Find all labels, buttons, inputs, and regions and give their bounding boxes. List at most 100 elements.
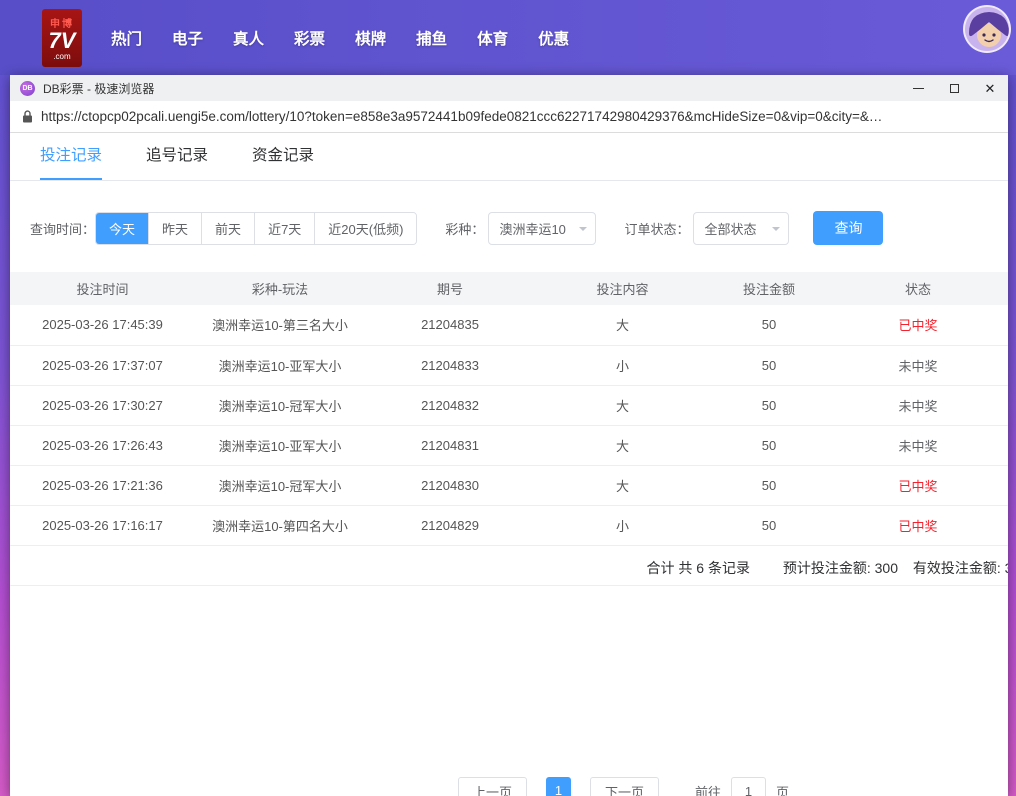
- cell-content: 大: [535, 425, 710, 465]
- summary-bar: 合计 共 6 条记录 预计投注金额: 300 有效投注金额: 300: [10, 546, 1008, 586]
- summary-valid-amount: 有效投注金额: 300: [913, 558, 1008, 578]
- cell-amount: 50: [710, 505, 828, 545]
- logo-text-sub: .com: [53, 52, 70, 61]
- minimize-icon: [913, 88, 924, 89]
- window-titlebar[interactable]: DB DB彩票 - 极速浏览器 ✕: [10, 75, 1008, 101]
- cell-amount: 50: [710, 425, 828, 465]
- next-page-button[interactable]: 下一页: [590, 777, 659, 796]
- maximize-button[interactable]: [936, 75, 972, 101]
- table-row: 2025-03-26 17:21:36澳洲幸运10-冠军大小21204830大5…: [10, 465, 1008, 505]
- minimize-button[interactable]: [900, 75, 936, 101]
- topnav-menu: 热门 电子 真人 彩票 棋牌 捕鱼 体育 优惠: [96, 27, 584, 49]
- cell-status: 已中奖: [828, 505, 1008, 545]
- cell-content: 小: [535, 505, 710, 545]
- cell-time: 2025-03-26 17:21:36: [10, 465, 195, 505]
- table-row: 2025-03-26 17:30:27澳洲幸运10-冠军大小21204832大5…: [10, 385, 1008, 425]
- column-header: 投注金额: [710, 272, 828, 305]
- tab[interactable]: 投注记录: [40, 133, 102, 180]
- table-row: 2025-03-26 17:45:39澳洲幸运10-第三名大小21204835大…: [10, 305, 1008, 345]
- cell-issue: 21204833: [365, 345, 535, 385]
- cell-amount: 50: [710, 465, 828, 505]
- cell-status: 未中奖: [828, 345, 1008, 385]
- summary-total: 合计 共 6 条记录: [647, 558, 750, 578]
- cell-issue: 21204835: [365, 305, 535, 345]
- column-header: 状态: [828, 272, 1008, 305]
- cell-status: 已中奖: [828, 305, 1008, 345]
- address-bar: https://ctopcp02pcali.uengi5e.com/lotter…: [10, 101, 1008, 133]
- nav-item[interactable]: 真人: [233, 27, 264, 49]
- maximize-icon: [950, 84, 959, 93]
- lottery-filter-label: 彩种：: [445, 219, 484, 238]
- cell-issue: 21204830: [365, 465, 535, 505]
- prev-page-button[interactable]: 上一页: [458, 777, 527, 796]
- time-filter-option[interactable]: 前天: [201, 213, 254, 244]
- app-icon: DB: [20, 81, 35, 96]
- table-row: 2025-03-26 17:26:43澳洲幸运10-亚军大小21204831大5…: [10, 425, 1008, 465]
- chevron-down-icon: [772, 227, 780, 235]
- time-filter-option[interactable]: 昨天: [148, 213, 201, 244]
- cell-issue: 21204832: [365, 385, 535, 425]
- nav-item[interactable]: 热门: [111, 27, 142, 49]
- filter-bar: 查询时间： 今天昨天前天近7天近20天(低频) 彩种： 澳洲幸运10 订单状态：…: [10, 211, 1008, 245]
- nav-item[interactable]: 彩票: [294, 27, 325, 49]
- tab[interactable]: 追号记录: [146, 133, 208, 180]
- cell-game: 澳洲幸运10-第四名大小: [195, 505, 365, 545]
- nav-item[interactable]: 电子: [172, 27, 203, 49]
- time-filter-group: 今天昨天前天近7天近20天(低频): [95, 212, 417, 245]
- cell-content: 大: [535, 465, 710, 505]
- cell-amount: 50: [710, 385, 828, 425]
- cell-content: 小: [535, 345, 710, 385]
- table-body: 2025-03-26 17:45:39澳洲幸运10-第三名大小21204835大…: [10, 305, 1008, 545]
- logo-text-main: 7V: [49, 30, 76, 52]
- cell-content: 大: [535, 305, 710, 345]
- cell-issue: 21204831: [365, 425, 535, 465]
- user-avatar[interactable]: [963, 5, 1011, 53]
- url-text[interactable]: https://ctopcp02pcali.uengi5e.com/lotter…: [41, 109, 996, 124]
- site-logo[interactable]: 申博 7V .com: [42, 9, 82, 67]
- record-tabs: 投注记录追号记录资金记录: [10, 133, 1008, 181]
- cell-time: 2025-03-26 17:45:39: [10, 305, 195, 345]
- current-page-button[interactable]: 1: [546, 777, 571, 796]
- close-button[interactable]: ✕: [972, 75, 1008, 101]
- time-filter-option[interactable]: 今天: [96, 213, 148, 244]
- status-filter-label: 订单状态：: [624, 219, 689, 238]
- table-header-row: 投注时间彩种-玩法期号投注内容投注金额状态: [10, 272, 1008, 305]
- nav-item[interactable]: 捕鱼: [416, 27, 447, 49]
- cell-amount: 50: [710, 345, 828, 385]
- cell-time: 2025-03-26 17:30:27: [10, 385, 195, 425]
- page-content: 投注记录追号记录资金记录 查询时间： 今天昨天前天近7天近20天(低频) 彩种：…: [10, 133, 1008, 796]
- window-title: DB彩票 - 极速浏览器: [43, 80, 900, 97]
- time-filter-option[interactable]: 近7天: [254, 213, 314, 244]
- browser-window: DB DB彩票 - 极速浏览器 ✕ https://ctopcp02pcali.…: [10, 75, 1008, 796]
- cell-time: 2025-03-26 17:37:07: [10, 345, 195, 385]
- cell-game: 澳洲幸运10-冠军大小: [195, 385, 365, 425]
- column-header: 投注时间: [10, 272, 195, 305]
- tab[interactable]: 资金记录: [252, 133, 314, 180]
- site-topnav: 申博 7V .com 热门 电子 真人 彩票 棋牌 捕鱼 体育 优惠: [0, 0, 1016, 75]
- table-row: 2025-03-26 17:16:17澳洲幸运10-第四名大小21204829小…: [10, 505, 1008, 545]
- order-status-select[interactable]: 全部状态: [693, 212, 789, 245]
- cell-game: 澳洲幸运10-第三名大小: [195, 305, 365, 345]
- column-header: 期号: [365, 272, 535, 305]
- cell-time: 2025-03-26 17:16:17: [10, 505, 195, 545]
- cell-status: 未中奖: [828, 425, 1008, 465]
- lottery-select[interactable]: 澳洲幸运10: [488, 212, 596, 245]
- cell-time: 2025-03-26 17:26:43: [10, 425, 195, 465]
- cell-game: 澳洲幸运10-亚军大小: [195, 345, 365, 385]
- summary-expected-amount: 预计投注金额: 300: [783, 558, 898, 578]
- avatar-image: [965, 7, 1011, 53]
- cell-game: 澳洲幸运10-亚军大小: [195, 425, 365, 465]
- nav-item[interactable]: 棋牌: [355, 27, 386, 49]
- nav-item[interactable]: 体育: [477, 27, 508, 49]
- records-table: 投注时间彩种-玩法期号投注内容投注金额状态 2025-03-26 17:45:3…: [10, 272, 1008, 546]
- nav-item[interactable]: 优惠: [538, 27, 569, 49]
- cell-issue: 21204829: [365, 505, 535, 545]
- cell-content: 大: [535, 385, 710, 425]
- cell-status: 未中奖: [828, 385, 1008, 425]
- column-header: 投注内容: [535, 272, 710, 305]
- cell-game: 澳洲幸运10-冠军大小: [195, 465, 365, 505]
- goto-page-input[interactable]: [731, 777, 766, 796]
- time-filter-option[interactable]: 近20天(低频): [314, 213, 416, 244]
- chevron-down-icon: [579, 227, 587, 235]
- query-button[interactable]: 查询: [813, 211, 883, 245]
